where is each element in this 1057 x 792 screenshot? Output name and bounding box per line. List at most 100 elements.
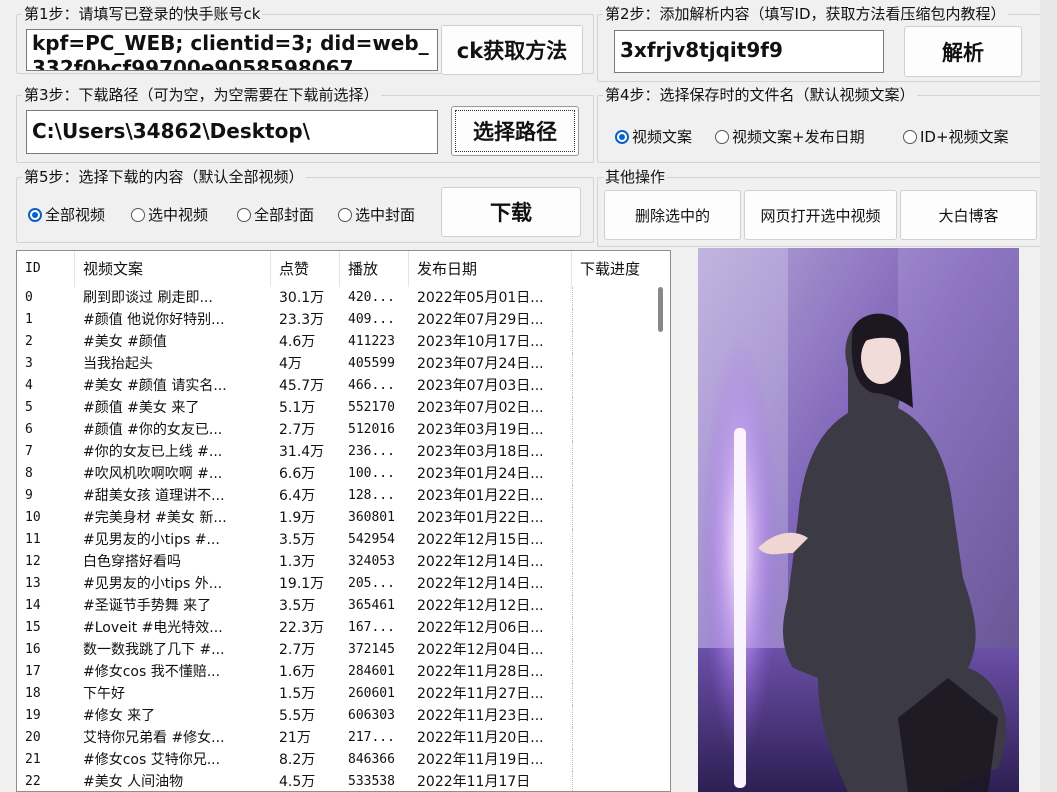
table-row[interactable]: 14 #圣诞节手势舞 来了 3.5万 365461 2022年12月12日... <box>17 595 658 617</box>
cell-date: 2023年01月22日... <box>417 488 544 504</box>
table-row[interactable]: 21 #修女cos 艾特你兄... 8.2万 846366 2022年11月19日... <box>17 749 658 771</box>
cell-id: 10 <box>25 510 41 525</box>
table-row[interactable]: 2 #美女 #颜值 4.6万 411223 2023年10月17日... <box>17 331 658 353</box>
cell-plays: 260601 <box>348 686 395 701</box>
step5-legend: 第5步：选择下载的内容（默认全部视频） <box>22 168 306 186</box>
cell-date: 2023年03月19日... <box>417 422 544 438</box>
table-row[interactable]: 10 #完美身材 #美女 新... 1.9万 360801 2023年01月22日... <box>17 507 658 529</box>
open-selected-video-button[interactable]: 网页打开选中视频 <box>744 190 897 240</box>
cell-plays: 846366 <box>348 752 395 767</box>
radio-selected-icon <box>615 129 629 144</box>
cell-progress <box>572 287 658 309</box>
cell-date: 2023年07月02日... <box>417 400 544 416</box>
cell-progress <box>572 397 658 419</box>
radio-label: 选中封面 <box>355 206 416 224</box>
cell-progress <box>572 375 658 397</box>
cell-plays: 405599 <box>348 356 395 371</box>
ck-input[interactable]: kpf=PC_WEB; clientid=3; did=web_332f0bcf… <box>26 29 438 71</box>
step3-legend: 第3步：下载路径（可为空，为空需要在下载前选择） <box>22 86 381 104</box>
cell-progress <box>572 595 658 617</box>
cell-progress <box>572 507 658 529</box>
download-button[interactable]: 下载 <box>441 187 581 237</box>
table-row[interactable]: 16 数一数我跳了几下 #... 2.7万 372145 2022年12月04日... <box>17 639 658 661</box>
cell-likes: 5.5万 <box>279 708 316 724</box>
delete-selected-button[interactable]: 删除选中的 <box>604 190 741 240</box>
radio-selected-icon <box>28 207 42 222</box>
cell-id: 8 <box>25 466 33 481</box>
cell-likes: 23.3万 <box>279 312 325 328</box>
filename-option-caption-date[interactable]: 视频文案+发布日期 <box>715 126 865 147</box>
column-header-id[interactable]: ID <box>17 251 75 287</box>
table-row[interactable]: 5 #颜值 #美女 来了 5.1万 552170 2023年07月02日... <box>17 397 658 419</box>
cell-id: 17 <box>25 664 41 679</box>
download-option-all-covers[interactable]: 全部封面 <box>237 204 314 225</box>
choose-path-button[interactable]: 选择路径 <box>451 106 579 156</box>
filename-option-id-caption[interactable]: ID+视频文案 <box>903 126 1009 147</box>
cell-likes: 4万 <box>279 356 302 372</box>
radio-empty-icon <box>237 207 251 222</box>
cell-id: 1 <box>25 312 33 327</box>
download-option-selected-videos[interactable]: 选中视频 <box>131 204 208 225</box>
table-row[interactable]: 15 #Loveit #电光特效... 22.3万 167... 2022年12月06日… <box>17 617 658 639</box>
table-row[interactable]: 7 #你的女友已上线 #... 31.4万 236... 2023年03月18日... <box>17 441 658 463</box>
table-row[interactable]: 3 当我抬起头 4万 405599 2023年07月24日... <box>17 353 658 375</box>
column-header-progress[interactable]: 下载进度 <box>572 251 670 287</box>
cell-plays: 466... <box>348 378 395 393</box>
column-header-plays[interactable]: 播放 <box>340 251 409 287</box>
table-row[interactable]: 8 #吹风机吹啊吹啊 #... 6.6万 100... 2023年01月24日... <box>17 463 658 485</box>
cell-id: 14 <box>25 598 41 613</box>
radio-empty-icon <box>903 129 917 144</box>
blog-button[interactable]: 大白博客 <box>900 190 1037 240</box>
ck-method-button[interactable]: ck获取方法 <box>441 25 583 75</box>
table-row[interactable]: 18 下午好 1.5万 260601 2022年11月27日... <box>17 683 658 705</box>
filename-option-caption[interactable]: 视频文案 <box>615 126 692 147</box>
parse-id-input[interactable]: 3xfrjv8tjqit9f9 <box>614 30 884 73</box>
cell-date: 2023年01月22日... <box>417 510 544 526</box>
cell-id: 4 <box>25 378 33 393</box>
cell-caption: #完美身材 #美女 新... <box>83 510 227 526</box>
video-list[interactable]: ID 视频文案 点赞 播放 发布日期 下载进度 0 刷到即谈过 刷走即... 30.… <box>16 250 671 792</box>
table-row[interactable]: 19 #修女 来了 5.5万 606303 2022年11月23日... <box>17 705 658 727</box>
table-row[interactable]: 12 白色穿搭好看吗 1.3万 324053 2022年12月14日... <box>17 551 658 573</box>
download-option-all-videos[interactable]: 全部视频 <box>28 204 105 225</box>
cell-caption: #Loveit #电光特效... <box>83 620 223 636</box>
cell-caption: #美女 #颜值 <box>83 334 167 350</box>
column-header-likes[interactable]: 点赞 <box>271 251 340 287</box>
cell-id: 22 <box>25 774 41 789</box>
table-row[interactable]: 22 #美女 人间油物 4.5万 533538 2022年11月17日 <box>17 771 658 791</box>
cell-plays: 100... <box>348 466 395 481</box>
cell-date: 2022年11月28日... <box>417 664 544 680</box>
cell-likes: 5.1万 <box>279 400 316 416</box>
cell-id: 6 <box>25 422 33 437</box>
table-row[interactable]: 20 艾特你兄弟看 #修女... 21万 217... 2022年11月20日... <box>17 727 658 749</box>
download-option-selected-covers[interactable]: 选中封面 <box>338 204 415 225</box>
cell-plays: 411223 <box>348 334 395 349</box>
table-row[interactable]: 0 刷到即谈过 刷走即... 30.1万 420... 2022年05月01日... <box>17 287 658 309</box>
table-row[interactable]: 1 #颜值 他说你好特别... 23.3万 409... 2022年07月29日... <box>17 309 658 331</box>
cell-progress <box>572 705 658 727</box>
table-row[interactable]: 11 #见男友的小tips #... 3.5万 542954 2022年12月15日..… <box>17 529 658 551</box>
table-row[interactable]: 17 #修女cos 我不懂赔... 1.6万 284601 2022年11月28日... <box>17 661 658 683</box>
other-legend: 其他操作 <box>603 168 668 186</box>
cell-progress <box>572 551 658 573</box>
table-row[interactable]: 13 #见男友的小tips 外... 19.1万 205... 2022年12月14日.… <box>17 573 658 595</box>
download-path-input[interactable]: C:\Users\34862\Desktop\ <box>26 110 438 154</box>
cell-caption: #你的女友已上线 #... <box>83 444 223 460</box>
table-row[interactable]: 9 #甜美女孩 道理讲不... 6.4万 128... 2023年01月22日... <box>17 485 658 507</box>
vertical-scrollbar-thumb[interactable] <box>658 287 663 332</box>
cell-plays: 205... <box>348 576 395 591</box>
parse-button[interactable]: 解析 <box>904 26 1022 77</box>
cell-likes: 6.6万 <box>279 466 316 482</box>
cover-preview-image <box>698 248 1019 792</box>
cell-progress <box>572 529 658 551</box>
table-row[interactable]: 4 #美女 #颜值 请实名... 45.7万 466... 2023年07月03日... <box>17 375 658 397</box>
table-row[interactable]: 6 #颜值 #你的女友已... 2.7万 512016 2023年03月19日... <box>17 419 658 441</box>
cell-likes: 3.5万 <box>279 532 316 548</box>
cell-id: 15 <box>25 620 41 635</box>
cell-caption: #颜值 #美女 来了 <box>83 400 200 416</box>
cell-plays: 236... <box>348 444 395 459</box>
column-header-caption[interactable]: 视频文案 <box>75 251 271 287</box>
cell-plays: 324053 <box>348 554 395 569</box>
column-header-date[interactable]: 发布日期 <box>409 251 572 287</box>
cell-likes: 1.3万 <box>279 554 316 570</box>
